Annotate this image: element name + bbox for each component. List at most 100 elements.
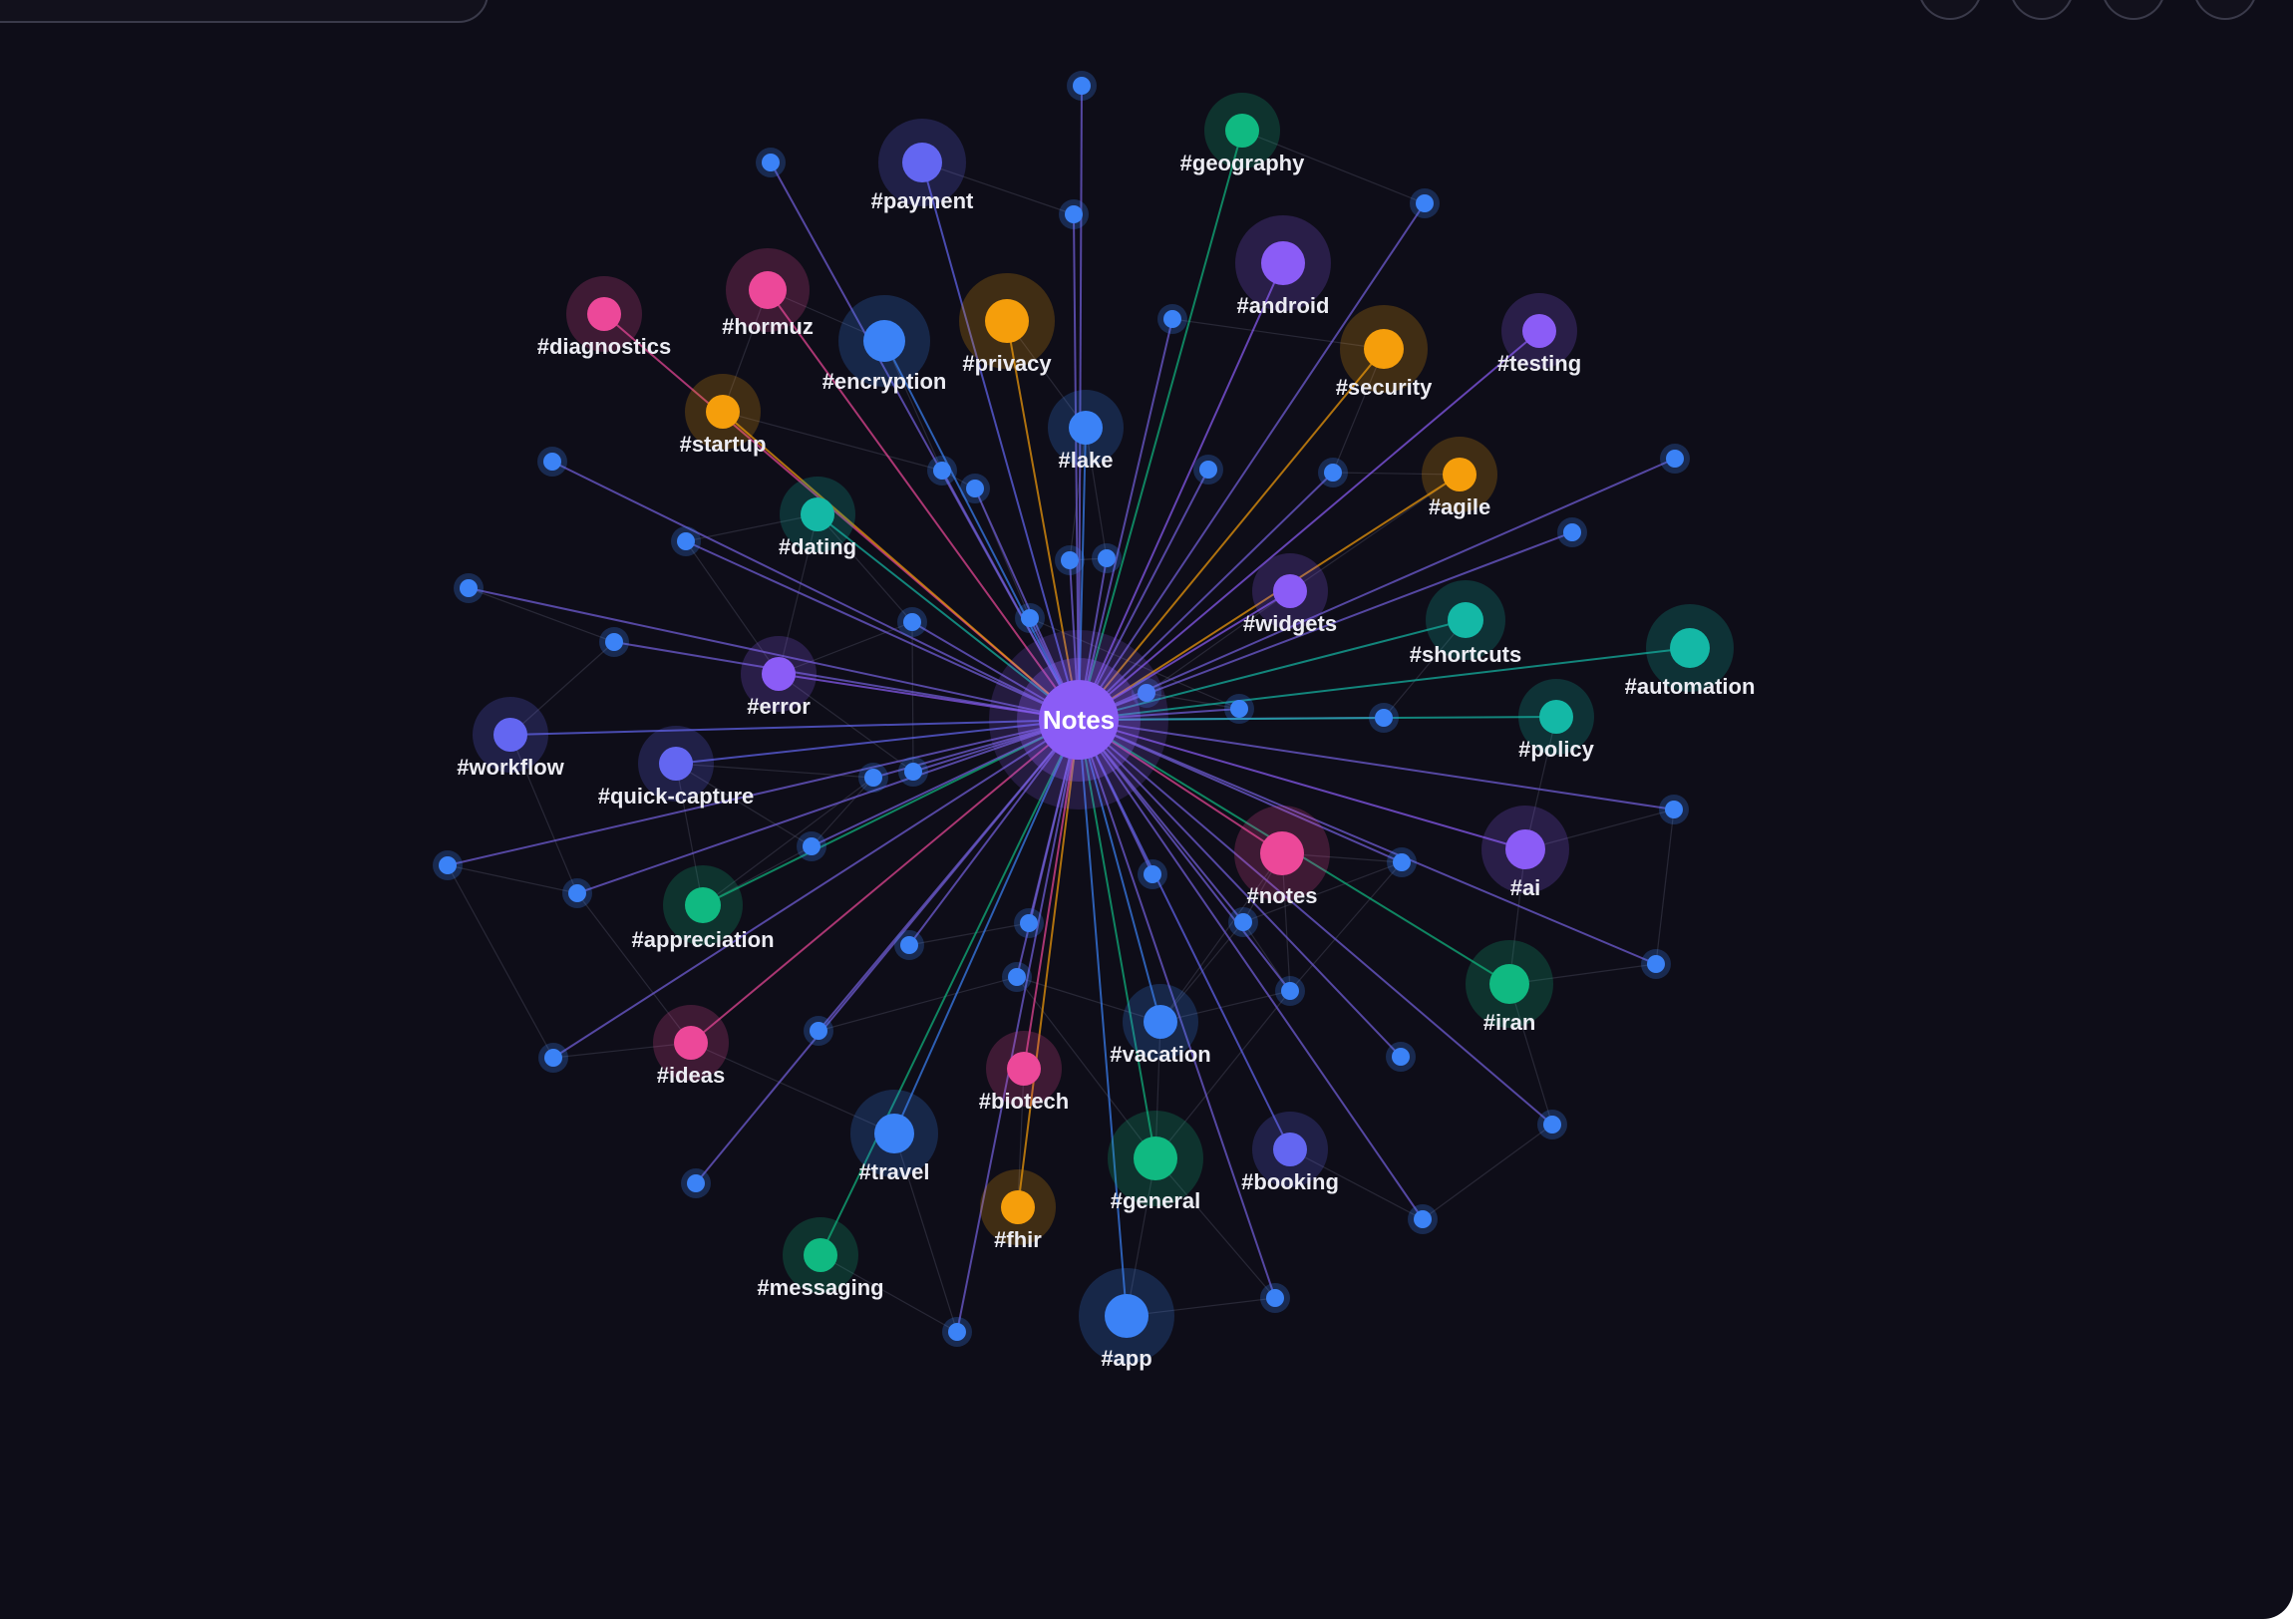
cross-link-edge xyxy=(818,976,1018,1032)
tag-node-diagnostics[interactable]: #diagnostics xyxy=(537,276,671,359)
tag-label-general: #general xyxy=(1111,1188,1201,1213)
note-node[interactable] xyxy=(1318,458,1348,487)
note-node[interactable] xyxy=(1408,1204,1438,1234)
tag-label-testing: #testing xyxy=(1497,351,1581,376)
note-node[interactable] xyxy=(1067,71,1097,101)
note-node[interactable] xyxy=(681,1168,711,1198)
note-node[interactable] xyxy=(1002,962,1032,992)
tag-node-startup[interactable]: #startup xyxy=(680,374,767,457)
tag-node-policy[interactable]: #policy xyxy=(1518,679,1595,762)
tag-node-ideas[interactable]: #ideas xyxy=(653,1005,729,1088)
tag-label-security: #security xyxy=(1336,375,1433,400)
center-node[interactable]: Notes xyxy=(989,630,1168,810)
tag-label-booking: #booking xyxy=(1241,1169,1339,1194)
tag-node-travel[interactable]: #travel xyxy=(850,1090,938,1184)
tag-label-biotech: #biotech xyxy=(979,1089,1069,1114)
note-node[interactable] xyxy=(1641,949,1671,979)
note-node[interactable] xyxy=(433,850,463,880)
tag-node-security[interactable]: #security xyxy=(1336,305,1433,400)
note-node[interactable] xyxy=(756,148,786,177)
note-node[interactable] xyxy=(1224,694,1254,724)
note-node[interactable] xyxy=(894,930,924,960)
note-node[interactable] xyxy=(454,573,484,603)
tag-node-hormuz[interactable]: #hormuz xyxy=(722,248,814,339)
tag-label-lake: #lake xyxy=(1058,448,1113,473)
note-node[interactable] xyxy=(1537,1110,1567,1139)
tag-node-iran[interactable]: #iran xyxy=(1466,940,1553,1035)
tag-label-ai: #ai xyxy=(1510,875,1541,900)
tag-label-quick-capture: #quick-capture xyxy=(598,784,755,809)
note-node[interactable] xyxy=(1387,847,1417,877)
note-node[interactable] xyxy=(804,1016,833,1046)
note-node[interactable] xyxy=(898,757,928,787)
tag-node-dating[interactable]: #dating xyxy=(779,477,856,559)
note-node[interactable] xyxy=(1275,976,1305,1006)
tag-label-appreciation: #appreciation xyxy=(631,927,774,952)
tag-node-error[interactable]: #error xyxy=(741,636,817,719)
tag-node-privacy[interactable]: #privacy xyxy=(959,273,1055,376)
tag-node-workflow[interactable]: #workflow xyxy=(457,697,565,780)
note-node[interactable] xyxy=(897,607,927,637)
note-node[interactable] xyxy=(1386,1042,1416,1072)
note-node[interactable] xyxy=(1014,908,1044,938)
tag-node-fhir[interactable]: #fhir xyxy=(980,1169,1056,1252)
tag-label-workflow: #workflow xyxy=(457,755,564,780)
cross-link-edge xyxy=(1655,809,1675,965)
tag-label-notes: #notes xyxy=(1247,883,1318,908)
tag-node-ai[interactable]: #ai xyxy=(1481,806,1569,900)
tag-node-shortcuts[interactable]: #shortcuts xyxy=(1410,580,1521,667)
tag-label-widgets: #widgets xyxy=(1243,611,1337,636)
tag-node-payment[interactable]: #payment xyxy=(871,119,974,213)
note-node[interactable] xyxy=(671,526,701,556)
note-node[interactable] xyxy=(1659,795,1689,824)
tag-node-automation[interactable]: #automation xyxy=(1625,604,1756,699)
tag-node-agile[interactable]: #agile xyxy=(1422,437,1497,519)
tag-label-diagnostics: #diagnostics xyxy=(537,334,671,359)
tag-graph[interactable]: #payment #geography #android #hormuz #diagno… xyxy=(0,0,2293,1619)
tag-node-app[interactable]: #app xyxy=(1079,1268,1174,1371)
tag-node-general[interactable]: #general xyxy=(1108,1111,1203,1213)
note-node[interactable] xyxy=(537,447,567,477)
note-node[interactable] xyxy=(1660,444,1690,474)
note-node[interactable] xyxy=(1157,304,1187,334)
tag-node-geography[interactable]: #geography xyxy=(1180,93,1305,175)
note-node[interactable] xyxy=(562,878,592,908)
note-node[interactable] xyxy=(1055,545,1085,575)
note-node[interactable] xyxy=(1228,907,1258,937)
note-node[interactable] xyxy=(1260,1283,1290,1313)
tag-node-android[interactable]: #android xyxy=(1235,215,1331,318)
tag-node-notes[interactable]: #notes xyxy=(1234,806,1330,908)
note-node[interactable] xyxy=(1015,603,1045,633)
note-node[interactable] xyxy=(538,1043,568,1073)
tag-node-lake[interactable]: #lake xyxy=(1048,390,1124,473)
tag-label-fhir: #fhir xyxy=(994,1227,1042,1252)
note-node[interactable] xyxy=(599,627,629,657)
tag-node-booking[interactable]: #booking xyxy=(1241,1112,1339,1194)
note-node[interactable] xyxy=(1557,517,1587,547)
note-node[interactable] xyxy=(1092,543,1122,573)
tag-node-biotech[interactable]: #biotech xyxy=(979,1031,1069,1114)
note-node[interactable] xyxy=(797,831,826,861)
note-node[interactable] xyxy=(942,1317,972,1347)
note-node[interactable] xyxy=(1138,859,1167,889)
tag-node-widgets[interactable]: #widgets xyxy=(1243,553,1337,636)
note-edge xyxy=(552,719,1080,1059)
note-node[interactable] xyxy=(1193,455,1223,485)
tag-node-encryption[interactable]: #encryption xyxy=(822,295,947,394)
note-node[interactable] xyxy=(1369,703,1399,733)
tag-label-automation: #automation xyxy=(1625,674,1756,699)
tag-node-messaging[interactable]: #messaging xyxy=(757,1217,884,1300)
note-node[interactable] xyxy=(1059,199,1089,229)
note-node[interactable] xyxy=(927,456,957,486)
tag-node-testing[interactable]: #testing xyxy=(1497,293,1581,376)
tag-label-error: #error xyxy=(747,694,811,719)
note-node[interactable] xyxy=(858,763,888,793)
note-node[interactable] xyxy=(960,474,990,503)
tag-label-privacy: #privacy xyxy=(962,351,1052,376)
tag-label-iran: #iran xyxy=(1483,1010,1536,1035)
graph-view-window: #payment #geography #android #hormuz #diagno… xyxy=(0,0,2293,1619)
tag-label-vacation: #vacation xyxy=(1110,1042,1211,1067)
note-node[interactable] xyxy=(1410,188,1440,218)
tag-node-vacation[interactable]: #vacation xyxy=(1110,984,1211,1067)
tag-label-geography: #geography xyxy=(1180,151,1305,175)
